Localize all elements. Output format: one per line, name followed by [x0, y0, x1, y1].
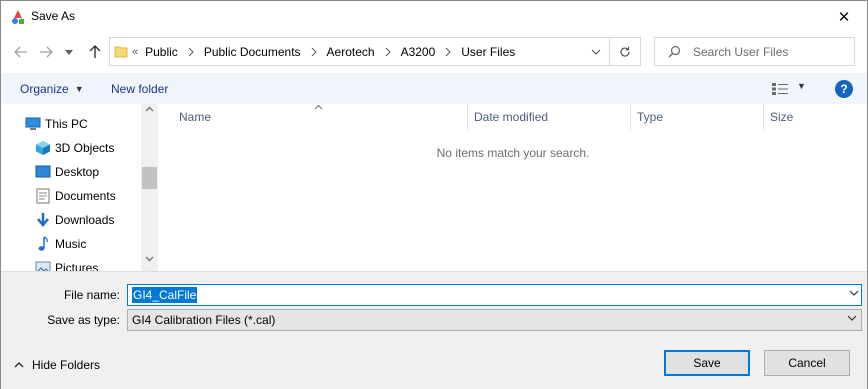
- window-title: Save As: [31, 9, 76, 23]
- forward-button[interactable]: [35, 41, 57, 63]
- nav-item-3d-objects[interactable]: 3D Objects: [35, 136, 114, 160]
- close-icon: ✕: [837, 8, 851, 26]
- folder-icon: [114, 44, 128, 61]
- save-as-type-value: GI4 Calibration Files (*.cal): [132, 313, 276, 327]
- navigation-scrollbar[interactable]: [141, 104, 158, 271]
- nav-item-label: Pictures: [55, 261, 99, 271]
- pictures-icon: [35, 260, 51, 271]
- nav-item-desktop[interactable]: Desktop: [35, 160, 99, 184]
- scroll-thumb[interactable]: [142, 167, 157, 189]
- nav-item-pictures[interactable]: Pictures: [35, 256, 98, 271]
- music-icon: [35, 236, 51, 252]
- nav-item-downloads[interactable]: Downloads: [35, 208, 114, 232]
- new-folder-label: New folder: [111, 81, 169, 96]
- breadcrumb-public[interactable]: Public: [145, 45, 178, 59]
- view-dropdown-icon[interactable]: ▼: [797, 81, 806, 91]
- arrow-up-icon: [89, 45, 101, 58]
- chevron-right-icon[interactable]: [445, 47, 451, 56]
- address-history-dropdown[interactable]: [584, 38, 608, 65]
- navigation-pane: This PC 3D Objects Desktop Documents Dow…: [1, 104, 159, 271]
- nav-item-label: This PC: [45, 117, 88, 131]
- chevron-down-icon[interactable]: [849, 288, 859, 298]
- download-icon: [35, 212, 51, 228]
- column-divider[interactable]: [763, 104, 764, 130]
- nav-item-label: Documents: [55, 189, 116, 203]
- save-as-type-label: Save as type:: [47, 313, 120, 327]
- nav-item-music[interactable]: Music: [35, 232, 86, 256]
- column-divider[interactable]: [467, 104, 468, 130]
- view-options-icon[interactable]: [771, 82, 789, 99]
- up-button[interactable]: [84, 41, 106, 63]
- nav-item-this-pc[interactable]: This PC: [25, 112, 88, 136]
- breadcrumb-aerotech[interactable]: Aerotech: [327, 45, 375, 59]
- chevron-up-icon: [14, 360, 24, 371]
- back-button[interactable]: [10, 41, 32, 63]
- nav-item-documents[interactable]: Documents: [35, 184, 116, 208]
- file-name-value[interactable]: GI4_CalFile: [132, 287, 198, 303]
- chevron-down-icon: [65, 49, 73, 55]
- file-name-field[interactable]: GI4_CalFile: [127, 284, 862, 306]
- search-icon: [668, 45, 681, 61]
- hide-folders-label: Hide Folders: [32, 358, 101, 372]
- empty-message: No items match your search.: [436, 146, 590, 160]
- arrow-left-icon: [14, 46, 27, 58]
- organize-button[interactable]: Organize ▼: [20, 73, 84, 104]
- breadcrumb-public-documents[interactable]: Public Documents: [204, 45, 301, 59]
- nav-item-label: Downloads: [55, 213, 115, 227]
- chevron-down-icon: [591, 49, 601, 55]
- save-button[interactable]: Save: [664, 350, 750, 376]
- address-bar[interactable]: « Public Public Documents Aerotech A3200…: [109, 37, 641, 66]
- nav-item-label: Music: [55, 237, 87, 251]
- breadcrumb-user-files[interactable]: User Files: [461, 45, 515, 59]
- breadcrumb-a3200[interactable]: A3200: [401, 45, 436, 59]
- arrow-right-icon: [40, 46, 53, 58]
- nav-item-label: Desktop: [55, 165, 100, 179]
- cube-icon: [35, 140, 51, 156]
- cancel-button[interactable]: Cancel: [764, 350, 850, 376]
- command-bar: Organize ▼ New folder ▼ ?: [1, 73, 867, 104]
- chevron-down-icon: [847, 313, 857, 323]
- save-as-type-select[interactable]: GI4 Calibration Files (*.cal): [127, 309, 862, 331]
- recent-locations-button[interactable]: [61, 41, 77, 63]
- save-as-dialog: Save As ✕ « Public Public Documents Aero…: [0, 0, 868, 389]
- search-box[interactable]: [654, 37, 855, 66]
- desktop-icon: [35, 164, 51, 180]
- column-divider[interactable]: [630, 104, 631, 130]
- chevron-right-icon[interactable]: [385, 47, 391, 56]
- sort-ascending-icon: [314, 102, 323, 112]
- help-icon[interactable]: ?: [835, 80, 853, 98]
- title-bar: Save As ✕: [1, 1, 867, 32]
- chevron-right-icon[interactable]: [311, 47, 317, 56]
- save-options-panel: File name: GI4_CalFile Save as type: GI4…: [1, 271, 867, 389]
- search-input[interactable]: [693, 43, 848, 60]
- refresh-icon: [620, 46, 630, 57]
- close-button[interactable]: ✕: [821, 1, 867, 32]
- scroll-down-icon[interactable]: [141, 256, 158, 270]
- computer-icon: [25, 116, 41, 132]
- chevron-right-icon[interactable]: [188, 47, 194, 56]
- file-name-label: File name:: [63, 288, 120, 302]
- app-icon: [10, 9, 26, 25]
- hide-folders-button[interactable]: Hide Folders: [14, 358, 100, 372]
- breadcrumb-overflow[interactable]: «: [132, 46, 138, 58]
- caret-down-icon: ▼: [74, 83, 84, 94]
- nav-item-label: 3D Objects: [55, 141, 115, 155]
- column-header-name[interactable]: Name: [179, 104, 211, 130]
- column-header-date-modified[interactable]: Date modified: [474, 104, 548, 130]
- documents-icon: [35, 188, 51, 204]
- column-header-size[interactable]: Size: [770, 104, 793, 130]
- organize-label: Organize: [20, 81, 69, 96]
- new-folder-button[interactable]: New folder: [111, 73, 168, 104]
- refresh-button[interactable]: [609, 38, 640, 65]
- scroll-up-icon[interactable]: [141, 106, 158, 120]
- file-list: Name Date modified Type Size No items ma…: [159, 104, 867, 271]
- breadcrumb: « Public Public Documents Aerotech A3200…: [132, 38, 515, 65]
- column-header-type[interactable]: Type: [637, 104, 663, 130]
